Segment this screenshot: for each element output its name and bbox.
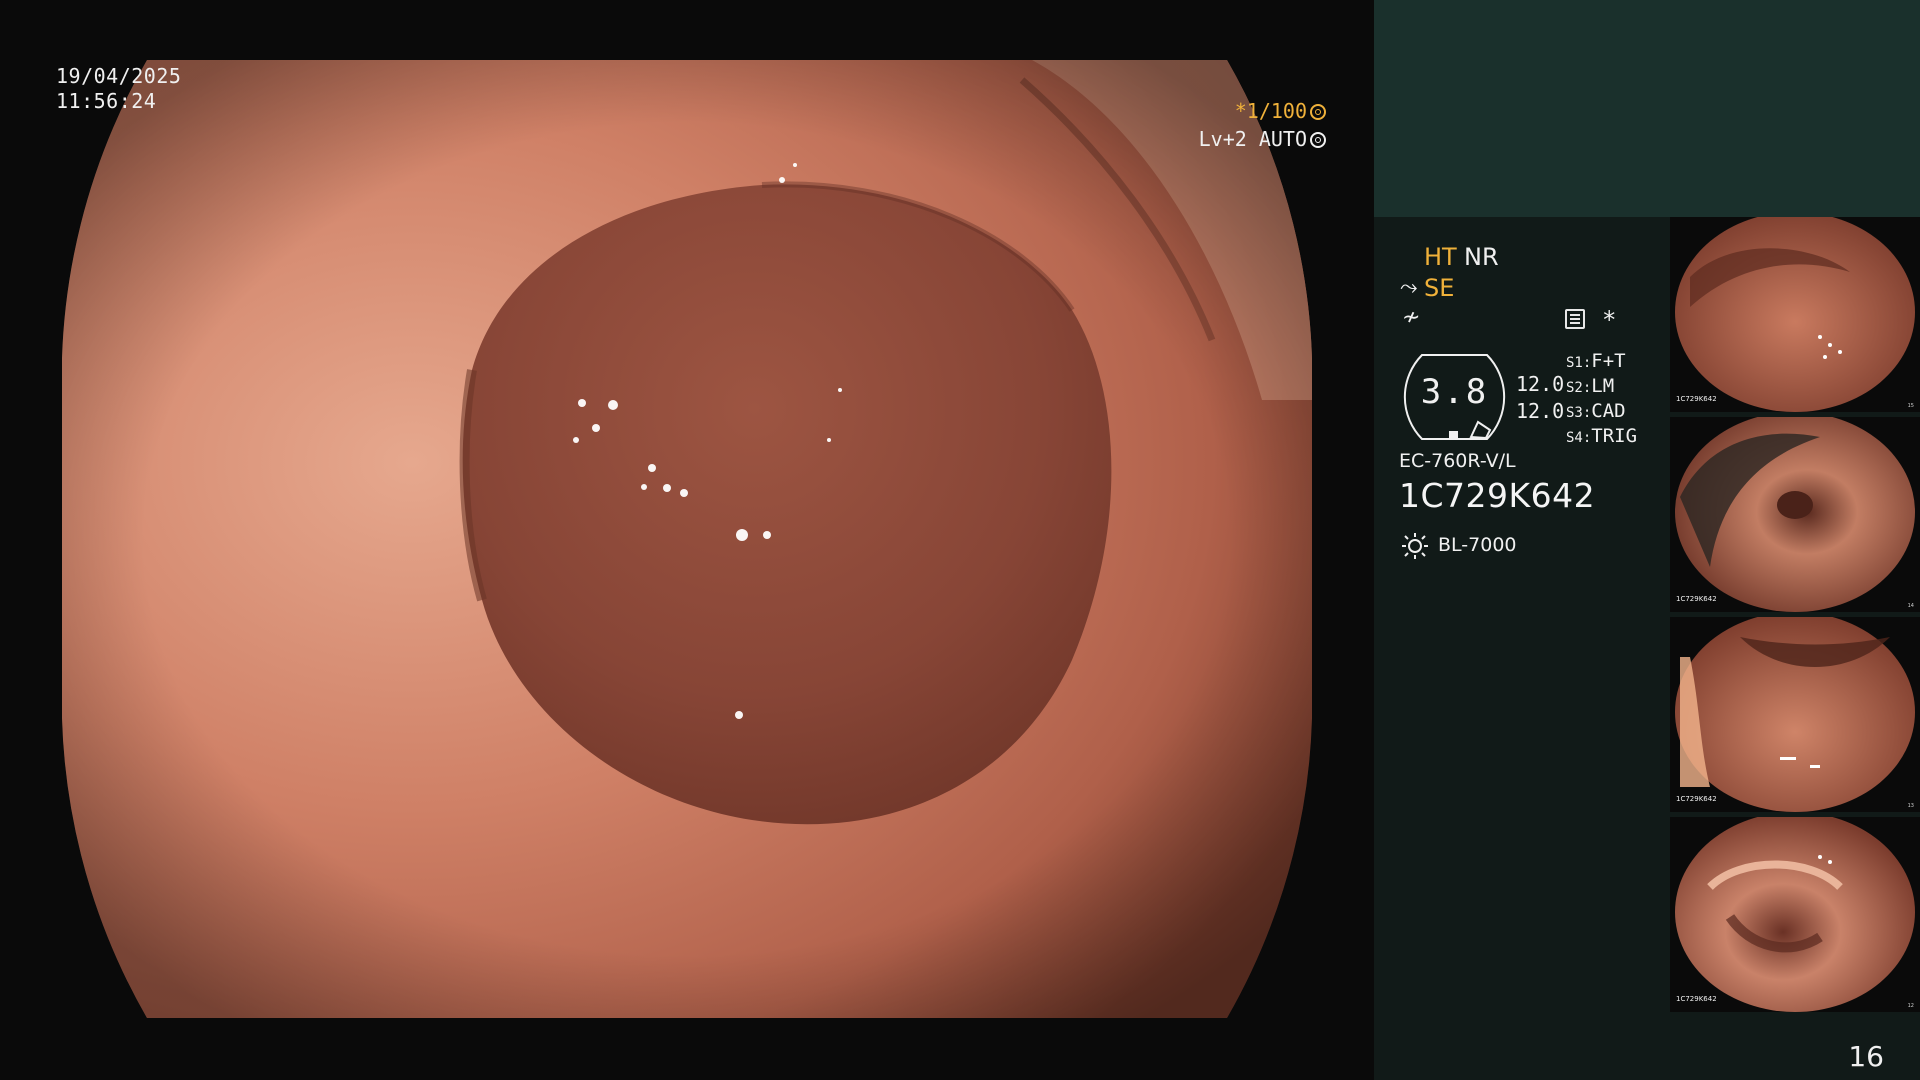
main-endoscope-view: 19/04/2025 11:56:24 *1/100 Lv+2 AUTO	[0, 0, 1374, 1080]
capture-date: 19/04/2025	[56, 64, 182, 88]
thumbnail-index: 15	[1907, 403, 1914, 409]
switch-key: S4:	[1566, 430, 1592, 446]
light-source-icon	[1402, 533, 1428, 559]
thumbnail-serial: 1C729K642	[1676, 395, 1717, 403]
switch-value: CAD	[1591, 400, 1626, 422]
thumbnail-serial: 1C729K642	[1676, 995, 1717, 1003]
gauge-side-value-1: 12.0	[1516, 372, 1565, 396]
thumbnail-1[interactable]: 1C729K642 15	[1670, 217, 1920, 412]
switch-value: LM	[1591, 375, 1615, 397]
switch-key: S1:	[1566, 355, 1592, 371]
structure-enhancement-icon: ⤳	[1400, 275, 1418, 300]
switch-s2: S2:LM	[1566, 375, 1614, 397]
se-mode-label: SE	[1424, 274, 1455, 302]
frame-number: 16	[1848, 1040, 1884, 1073]
star-marker: *	[1602, 306, 1617, 334]
switch-key: S3:	[1566, 405, 1592, 421]
switch-s4: S4:TRIG	[1566, 425, 1637, 447]
endoscope-image	[62, 60, 1312, 1018]
shutter-speed: *1/100	[1235, 99, 1326, 123]
scope-model: EC-760R-V/L	[1399, 450, 1516, 472]
switch-value: F+T	[1591, 350, 1626, 372]
thumbnail-serial: 1C729K642	[1676, 595, 1717, 603]
thumbnail-4[interactable]: 1C729K642 12	[1670, 817, 1920, 1012]
gauge-side-value-2: 12.0	[1516, 399, 1565, 423]
zoom-gauge-value: 3.8	[1420, 372, 1489, 412]
thumbnail-index: 14	[1907, 603, 1914, 609]
thumbnail-strip: 1C729K642 15 1C729K642 14 1C729K642 13 1…	[1670, 217, 1920, 1017]
switch-key: S2:	[1566, 380, 1592, 396]
nr-mode-label: NR	[1464, 243, 1499, 271]
switch-s1: S1:F+T	[1566, 350, 1626, 372]
thumbnail-3[interactable]: 1C729K642 13	[1670, 617, 1920, 812]
thumbnail-index: 13	[1907, 803, 1914, 809]
ht-mode-label: HT	[1424, 243, 1457, 271]
record-icon	[1565, 309, 1585, 329]
endoscopy-screen: 19/04/2025 11:56:24 *1/100 Lv+2 AUTO HT …	[0, 0, 1920, 1080]
shutter-speed-value: *1/100	[1234, 99, 1307, 123]
info-panel: HT NR ⤳ SE ≁ * 3.8 12.0 12.0 S1:F+T S2:L…	[1374, 0, 1920, 1080]
sharpness-icon: ≁	[1402, 305, 1421, 330]
light-source-label: BL-7000	[1438, 534, 1517, 556]
thumbnail-2[interactable]: 1C729K642 14	[1670, 417, 1920, 612]
thumbnail-serial: 1C729K642	[1676, 795, 1717, 803]
scope-serial: 1C729K642	[1399, 476, 1596, 515]
thumbnail-index: 12	[1907, 1003, 1914, 1009]
switch-s3: S3:CAD	[1566, 400, 1626, 422]
switch-value: TRIG	[1591, 425, 1638, 447]
capture-time: 11:56:24	[56, 89, 157, 113]
iris-icon	[1310, 132, 1326, 148]
brightness-level: Lv+2 AUTO	[1199, 127, 1326, 151]
panel-header	[1374, 0, 1920, 217]
aperture-icon	[1310, 104, 1326, 120]
brightness-level-value: Lv+2 AUTO	[1198, 127, 1307, 151]
